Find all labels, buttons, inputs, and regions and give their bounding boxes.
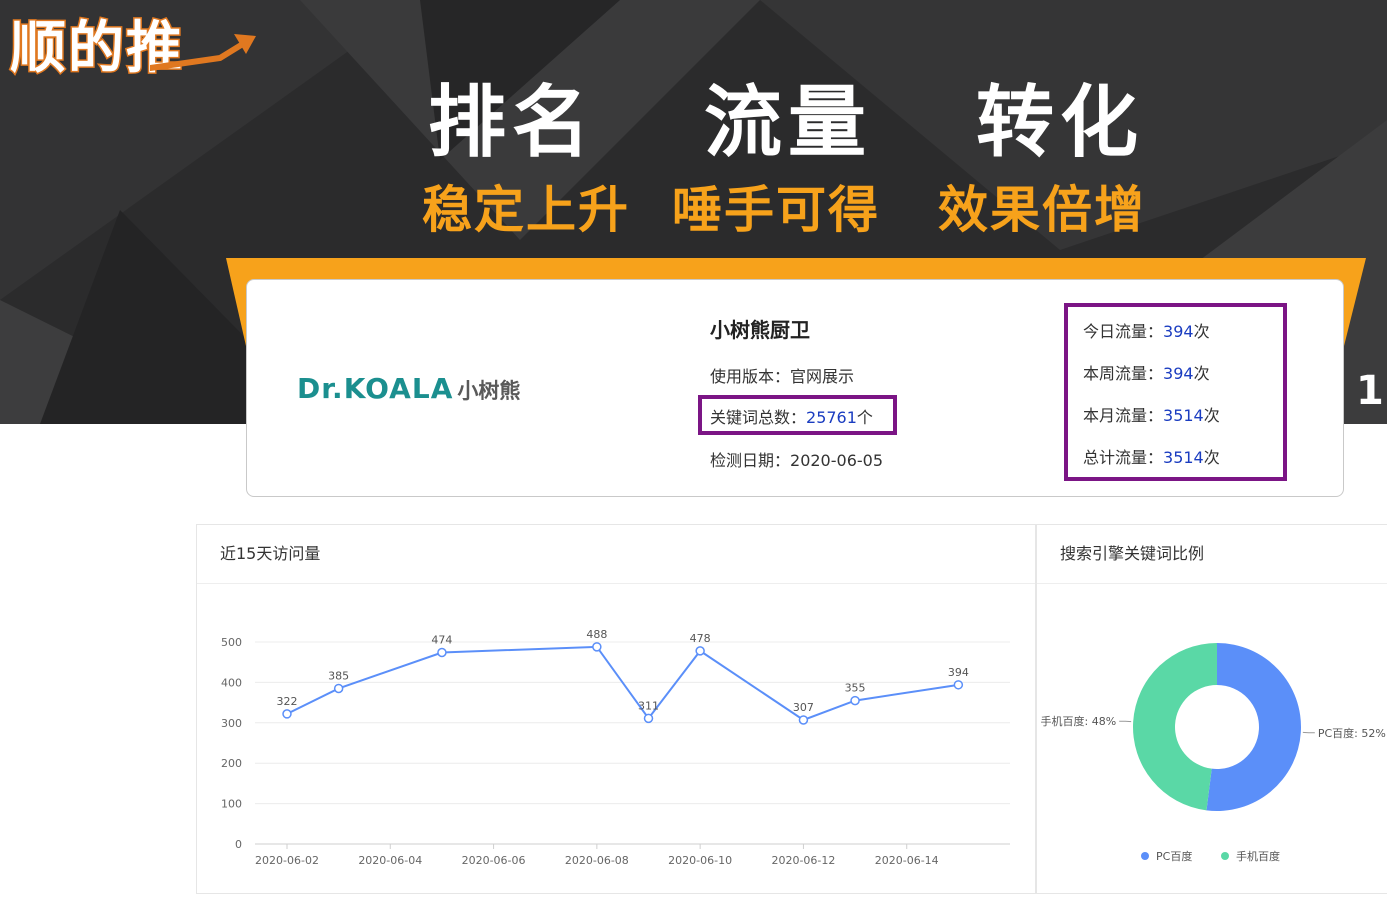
data-label: 385 <box>328 669 349 682</box>
y-tick-label: 0 <box>235 838 242 851</box>
traffic-today-value: 394 <box>1163 322 1194 341</box>
data-point[interactable] <box>438 649 446 657</box>
data-label: 474 <box>431 634 452 647</box>
x-tick-label: 2020-06-02 <box>255 854 319 867</box>
x-tick-label: 2020-06-08 <box>565 854 629 867</box>
traffic-today: 今日流量：394次 <box>1083 318 1210 342</box>
y-tick-label: 100 <box>221 798 242 811</box>
x-tick-label: 2020-06-10 <box>668 854 732 867</box>
brand-logo-latin: Dr.KOALA <box>297 372 453 405</box>
traffic-today-label: 今日流量： <box>1083 322 1163 341</box>
pie-slice[interactable] <box>1206 643 1301 811</box>
y-tick-label: 300 <box>221 717 242 730</box>
traffic-today-unit: 次 <box>1194 322 1210 341</box>
keyword-value: 25761 <box>806 408 857 427</box>
data-point[interactable] <box>954 681 962 689</box>
data-label: 394 <box>948 666 969 679</box>
traffic-week-unit: 次 <box>1194 364 1210 383</box>
headline-traffic: 流量 <box>704 80 872 166</box>
version-value: 官网展示 <box>790 367 854 386</box>
visits-panel: 近15天访问量 0 100 200 300 400 500 2020-06-02 2020-0… <box>196 524 1036 894</box>
slice-label: 手机百度: 48% <box>1041 714 1117 728</box>
data-point[interactable] <box>593 643 601 651</box>
keyword-ratio-pie-chart: PC百度: 52% 手机百度: 48% PC百度 手机百度 <box>1037 584 1387 894</box>
data-label: 307 <box>793 701 814 714</box>
pie-slice[interactable] <box>1133 643 1217 810</box>
data-label: 322 <box>277 695 298 708</box>
check-date-value: 2020-06-05 <box>790 451 883 470</box>
data-label: 488 <box>586 628 607 641</box>
ratio-panel: 搜索引擎关键词比例 PC百度: 52% 手机百度: 48% PC百度 手机百度 <box>1036 524 1387 894</box>
logo-arrow-icon <box>150 28 260 78</box>
brand-logo-cn: 小树熊 <box>457 375 520 405</box>
banner-edge-number: 1 <box>1356 368 1384 414</box>
site-name: 小树熊厨卫 <box>710 314 810 343</box>
traffic-total-unit: 次 <box>1204 448 1220 467</box>
data-point[interactable] <box>696 647 704 655</box>
data-label: 355 <box>845 682 866 695</box>
traffic-total-value: 3514 <box>1163 448 1204 467</box>
y-tick-label: 500 <box>221 636 242 649</box>
ratio-panel-title: 搜索引擎关键词比例 <box>1037 525 1387 584</box>
traffic-total-label: 总计流量： <box>1083 448 1163 467</box>
legend-marker[interactable] <box>1141 852 1149 860</box>
data-point[interactable] <box>335 684 343 692</box>
subline-conversion: 效果倍增 <box>938 180 1146 240</box>
x-tick-label: 2020-06-12 <box>771 854 835 867</box>
x-tick-label: 2020-06-14 <box>875 854 939 867</box>
subline-ranking: 稳定上升 <box>422 180 630 240</box>
x-tick-label: 2020-06-04 <box>358 854 422 867</box>
site-brand-logo: Dr.KOALA 小树熊 <box>297 372 520 405</box>
version-label: 使用版本： <box>710 367 790 386</box>
traffic-week-label: 本周流量： <box>1083 364 1163 383</box>
headline-conversion: 转化 <box>976 80 1144 166</box>
traffic-month-label: 本月流量： <box>1083 406 1163 425</box>
keyword-label: 关键词总数： <box>710 408 806 427</box>
y-tick-label: 200 <box>221 757 242 770</box>
traffic-week-value: 394 <box>1163 364 1194 383</box>
version-line: 使用版本：官网展示 <box>710 363 854 387</box>
y-tick-label: 400 <box>221 676 242 689</box>
slice-label: PC百度: 52% <box>1318 726 1386 740</box>
legend-label[interactable]: PC百度 <box>1156 849 1192 863</box>
data-point[interactable] <box>283 710 291 718</box>
site-info-card: Dr.KOALA 小树熊 小树熊厨卫 使用版本：官网展示 关键词总数：25761… <box>246 279 1344 497</box>
traffic-month-unit: 次 <box>1204 406 1220 425</box>
legend-marker[interactable] <box>1221 852 1229 860</box>
traffic-week: 本周流量：394次 <box>1083 360 1210 384</box>
subline-traffic: 唾手可得 <box>672 180 880 240</box>
headline-ranking: 排名 <box>428 80 596 166</box>
visits-line-chart: 0 100 200 300 400 500 2020-06-02 2020-06-04 2020… <box>197 584 1035 894</box>
traffic-month-value: 3514 <box>1163 406 1204 425</box>
data-label: 311 <box>638 699 659 712</box>
x-tick-label: 2020-06-06 <box>462 854 526 867</box>
data-label: 478 <box>690 632 711 645</box>
data-point[interactable] <box>645 714 653 722</box>
traffic-month: 本月流量：3514次 <box>1083 402 1220 426</box>
visits-panel-title: 近15天访问量 <box>197 525 1035 584</box>
check-date-label: 检测日期： <box>710 451 790 470</box>
check-date-line: 检测日期：2020-06-05 <box>710 447 883 471</box>
keyword-total-line: 关键词总数：25761个 <box>710 404 873 428</box>
data-point[interactable] <box>799 716 807 724</box>
traffic-total: 总计流量：3514次 <box>1083 444 1220 468</box>
data-point[interactable] <box>851 697 859 705</box>
keyword-unit: 个 <box>857 408 873 427</box>
legend-label[interactable]: 手机百度 <box>1236 849 1280 863</box>
